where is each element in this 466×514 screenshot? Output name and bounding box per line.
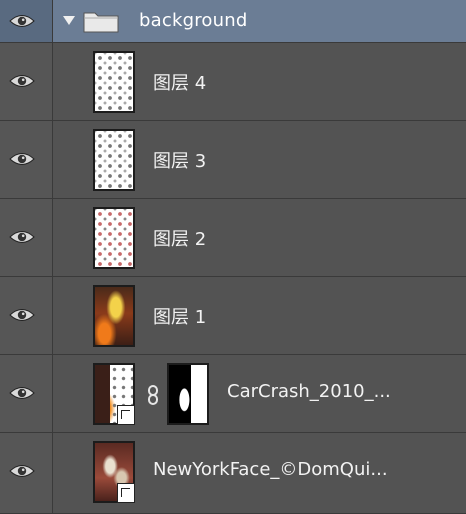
layer-name[interactable]: 图层 1	[153, 303, 206, 329]
layer-mask-thumbnail[interactable]	[167, 363, 209, 425]
layer-row[interactable]: NewYorkFace_©DomQui...	[0, 433, 466, 514]
eye-icon[interactable]	[9, 151, 35, 167]
layer-name[interactable]: NewYorkFace_©DomQui...	[153, 459, 388, 480]
layer-content: 图层 4	[53, 43, 466, 120]
folder-icon	[83, 12, 119, 33]
layer-content: NewYorkFace_©DomQui...	[53, 433, 466, 513]
layer-thumbnail[interactable]	[93, 285, 135, 347]
link-icon[interactable]	[147, 385, 159, 405]
visibility-cell[interactable]	[0, 277, 53, 354]
layer-content: 图层 1	[53, 277, 466, 354]
layer-row[interactable]: 图层 2	[0, 199, 466, 277]
layer-thumbnail[interactable]	[93, 207, 135, 269]
layer-content: CarCrash_2010_...	[53, 355, 466, 432]
layer-content: 图层 2	[53, 199, 466, 276]
eye-icon[interactable]	[9, 73, 35, 89]
layer-row[interactable]: 图层 1	[0, 277, 466, 355]
eye-icon[interactable]	[9, 229, 35, 245]
layer-thumbnail[interactable]	[93, 129, 135, 191]
layer-row[interactable]: 图层 3	[0, 121, 466, 199]
visibility-cell[interactable]	[0, 43, 53, 120]
eye-icon[interactable]	[9, 13, 35, 29]
layer-name[interactable]: 图层 4	[153, 69, 206, 95]
visibility-cell[interactable]	[0, 121, 53, 198]
group-content: background	[53, 0, 466, 42]
visibility-cell[interactable]	[0, 0, 53, 42]
expand-triangle-icon[interactable]	[63, 16, 75, 25]
layer-thumbnail[interactable]	[93, 51, 135, 113]
layer-name[interactable]: 图层 2	[153, 225, 206, 251]
layer-name[interactable]: CarCrash_2010_...	[227, 381, 391, 402]
layer-row[interactable]: CarCrash_2010_...	[0, 355, 466, 433]
layer-row[interactable]: 图层 4	[0, 43, 466, 121]
layers-panel: background 图层 4 图层 3 图层 2 图层 1 CarCrash_…	[0, 0, 466, 514]
eye-icon[interactable]	[9, 385, 35, 401]
layer-content: 图层 3	[53, 121, 466, 198]
eye-icon[interactable]	[9, 307, 35, 323]
group-name[interactable]: background	[139, 10, 247, 31]
layer-group-row[interactable]: background	[0, 0, 466, 43]
layer-name[interactable]: 图层 3	[153, 147, 206, 173]
visibility-cell[interactable]	[0, 355, 53, 432]
visibility-cell[interactable]	[0, 433, 53, 513]
eye-icon[interactable]	[9, 463, 35, 479]
smart-object-icon	[117, 405, 135, 425]
smart-object-icon	[117, 483, 135, 503]
visibility-cell[interactable]	[0, 199, 53, 276]
